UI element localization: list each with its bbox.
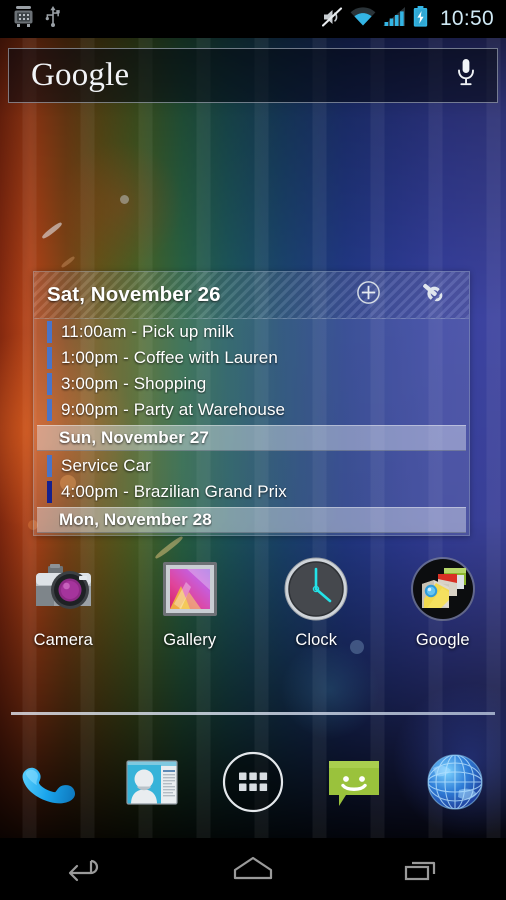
calendar-widget-header: Sat, November 26 xyxy=(34,272,469,319)
nav-button-home[interactable] xyxy=(169,851,338,888)
android-debug-icon xyxy=(14,6,33,32)
google-wordmark: Google xyxy=(31,57,130,93)
home-icon xyxy=(227,851,279,888)
calendar-event-list[interactable]: 11:00am - Pick up milk 1:00pm - Coffee wi… xyxy=(34,319,469,533)
calendar-event-label: 9:00pm - Party at Warehouse xyxy=(61,400,286,419)
calendar-event-label: Service Car xyxy=(61,456,151,475)
app-shortcut-gallery[interactable]: Gallery xyxy=(127,556,254,650)
app-folder-google[interactable]: Google xyxy=(380,556,506,650)
app-shortcut-camera[interactable]: Camera xyxy=(0,556,127,650)
calendar-event-row[interactable]: Service Car xyxy=(34,453,469,479)
messaging-icon xyxy=(320,748,388,816)
home-app-grid: Camera Gallery Clock Google xyxy=(0,556,506,650)
calendar-event-color-bar xyxy=(47,399,52,421)
calendar-day-header[interactable]: Mon, November 28 xyxy=(37,507,466,533)
nav-button-recents[interactable] xyxy=(337,851,506,888)
app-drawer-icon xyxy=(219,748,287,816)
people-icon xyxy=(118,748,186,816)
back-icon xyxy=(58,851,110,888)
google-search-widget[interactable]: Google xyxy=(8,48,498,103)
calendar-day-header-label: Sun, November 27 xyxy=(59,428,209,447)
dock-item-app-drawer[interactable] xyxy=(202,748,303,816)
calendar-event-color-bar xyxy=(47,321,52,343)
calendar-widget[interactable]: Sat, November 26 11:00am - Pick up milk … xyxy=(33,271,470,536)
microphone-icon xyxy=(455,58,477,93)
mute-icon xyxy=(321,6,343,32)
app-label: Camera xyxy=(33,631,93,649)
usb-icon xyxy=(45,6,61,32)
navigation-bar xyxy=(0,838,506,900)
wifi-icon xyxy=(350,6,376,32)
dock-item-browser[interactable] xyxy=(405,748,506,816)
camera-icon xyxy=(30,556,96,622)
voice-search-button[interactable] xyxy=(455,58,497,93)
google-folder-icon xyxy=(410,556,476,622)
dock-item-people[interactable] xyxy=(101,748,202,816)
phone-icon xyxy=(17,748,85,816)
dock-divider xyxy=(11,712,495,715)
app-label: Clock xyxy=(295,631,338,649)
nav-button-back[interactable] xyxy=(0,851,169,888)
android-home-screen: 10:50 Google Sat, November 26 11:00am - … xyxy=(0,0,506,900)
cellular-signal-icon xyxy=(382,6,406,32)
status-bar-right: 10:50 xyxy=(321,6,506,32)
calendar-event-label: 1:00pm - Coffee with Lauren xyxy=(61,348,278,367)
calendar-event-row[interactable]: 11:00am - Pick up milk xyxy=(34,319,469,345)
status-bar-left xyxy=(0,6,61,32)
status-bar-clock: 10:50 xyxy=(439,7,494,30)
calendar-event-row[interactable]: 3:00pm - Shopping xyxy=(34,371,469,397)
calendar-event-row[interactable]: 1:00pm - Coffee with Lauren xyxy=(34,345,469,371)
browser-icon xyxy=(421,748,489,816)
recents-icon xyxy=(396,851,448,888)
gallery-icon xyxy=(157,556,223,622)
clock-icon xyxy=(283,556,349,622)
app-label: Google xyxy=(415,631,470,649)
calendar-event-label: 3:00pm - Shopping xyxy=(61,374,207,393)
calendar-day-header-label: Mon, November 28 xyxy=(59,510,212,529)
calendar-event-label: 4:00pm - Brazilian Grand Prix xyxy=(61,482,287,501)
app-shortcut-clock[interactable]: Clock xyxy=(253,556,380,650)
dock xyxy=(0,732,506,832)
calendar-event-row[interactable]: 4:00pm - Brazilian Grand Prix xyxy=(34,479,469,505)
calendar-day-header[interactable]: Sun, November 27 xyxy=(37,425,466,451)
status-bar[interactable]: 10:50 xyxy=(0,0,506,38)
calendar-widget-actions xyxy=(356,280,469,310)
app-label: Gallery xyxy=(163,631,217,649)
plus-circle-icon[interactable] xyxy=(356,280,381,310)
battery-charging-icon xyxy=(413,6,428,32)
calendar-event-color-bar xyxy=(47,373,52,395)
calendar-event-color-bar xyxy=(47,481,52,503)
calendar-event-label: 11:00am - Pick up milk xyxy=(61,322,234,341)
calendar-event-color-bar xyxy=(47,455,52,477)
calendar-current-date: Sat, November 26 xyxy=(47,283,221,306)
calendar-event-color-bar xyxy=(47,347,52,369)
calendar-event-row[interactable]: 9:00pm - Party at Warehouse xyxy=(34,397,469,423)
dock-item-messaging[interactable] xyxy=(304,748,405,816)
wrench-icon[interactable] xyxy=(419,280,447,310)
dock-item-phone[interactable] xyxy=(0,748,101,816)
